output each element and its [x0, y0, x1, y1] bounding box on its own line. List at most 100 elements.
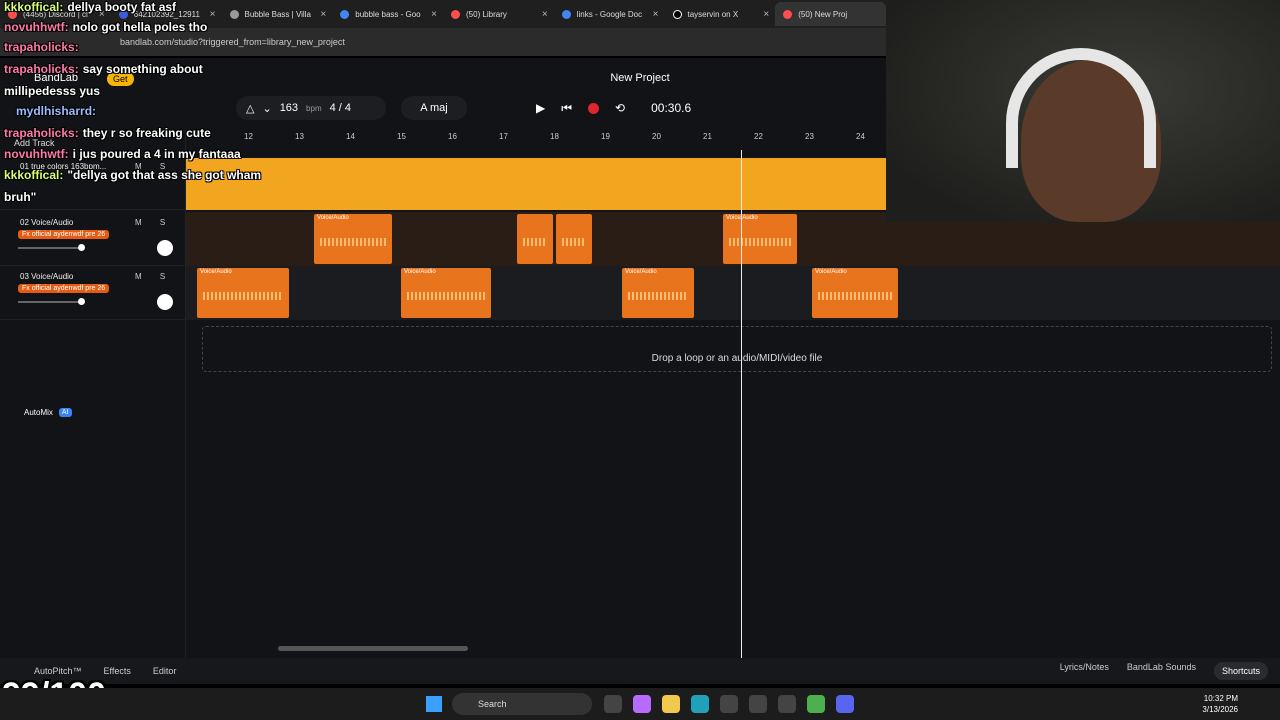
chrome-icon[interactable]	[807, 695, 825, 713]
favicon-icon	[672, 9, 682, 19]
metronome-icon[interactable]: △	[246, 102, 254, 115]
browser-tab[interactable]: tayservin on X ×	[665, 2, 776, 26]
taskbar-search[interactable]: Search	[452, 693, 592, 715]
tempo-value[interactable]: 163	[280, 102, 298, 114]
url-text: bandlab.com/studio?triggered_from=librar…	[120, 37, 345, 47]
record-icon[interactable]	[588, 102, 600, 114]
app-icon[interactable]	[749, 695, 767, 713]
horizontal-scrollbar[interactable]	[278, 646, 468, 651]
shortcuts-button[interactable]: Shortcuts	[1213, 662, 1268, 680]
tab-label: tayservin on X	[687, 9, 739, 19]
audio-clip[interactable]	[517, 214, 553, 264]
chat-message: novuhhwtf: i jus poured a 4 in my fantaaa	[4, 147, 241, 161]
fx-badge[interactable]: Fx official aydenwdf pre 26	[18, 284, 110, 293]
system-clock[interactable]: 10:32 PM 3/13/2026	[1202, 693, 1238, 715]
tab-label: bubble bass - Goo	[355, 9, 421, 19]
discord-icon[interactable]	[836, 695, 854, 713]
chat-message: kkkoffical: "dellya got that ass she got …	[4, 168, 262, 182]
browser-tab[interactable]: bubble bass - Goo ×	[332, 2, 443, 26]
pan-knob[interactable]	[157, 240, 173, 256]
file-explorer-icon[interactable]	[662, 695, 680, 713]
time-signature[interactable]: 4 / 4	[330, 102, 351, 114]
close-icon[interactable]: ×	[210, 9, 216, 20]
track-header-3[interactable]: 03 Voice/Audio M S Fx official aydenwdf …	[0, 266, 186, 320]
chat-message: novuhhwtf: nolo got hella poles tho	[4, 20, 208, 34]
key-selector[interactable]: A maj	[401, 96, 467, 120]
track-header-2[interactable]: 02 Voice/Audio M S Fx official aydenwdf …	[0, 212, 186, 266]
bar-number: 16	[448, 132, 457, 141]
mute-solo-buttons[interactable]: M S	[135, 272, 173, 281]
bar-number: 18	[550, 132, 559, 141]
bar-number: 13	[295, 132, 304, 141]
lyrics-notes-button[interactable]: Lyrics/Notes	[1060, 662, 1109, 680]
key-label: A maj	[420, 102, 448, 114]
webcam-feed	[886, 0, 1280, 222]
windows-taskbar: Search 10:32 PM 3/13/2026	[0, 688, 1280, 720]
automix-row[interactable]: AutoMix AI	[0, 400, 186, 424]
fx-badge[interactable]: Fx official aydenwdf pre 26	[18, 230, 110, 239]
audio-clip[interactable]: Voice/Audio	[812, 268, 898, 318]
volume-slider[interactable]	[18, 298, 85, 305]
chevron-down-icon[interactable]: ⌄	[262, 102, 271, 115]
track-lane-3[interactable]: Voice/Audio Voice/Audio Voice/Audio Voic…	[186, 266, 1280, 320]
edge-icon[interactable]	[691, 695, 709, 713]
app-icon[interactable]	[778, 695, 796, 713]
audio-clip[interactable]: Voice/Audio	[401, 268, 491, 318]
audio-clip[interactable]: Voice/Audio	[723, 214, 797, 264]
bar-number: 24	[856, 132, 865, 141]
chat-message: mydlhisharrd:	[16, 104, 97, 118]
close-icon[interactable]: ×	[542, 9, 548, 20]
favicon-icon	[229, 9, 239, 19]
task-view-icon[interactable]	[604, 695, 622, 713]
editor-button[interactable]: Editor	[153, 666, 177, 676]
skip-back-icon[interactable]: ⏮	[561, 101, 572, 116]
tab-label: Bubble Bass | Villa	[244, 9, 311, 19]
bar-number: 20	[652, 132, 661, 141]
play-icon[interactable]: ▶	[536, 101, 545, 115]
tempo-unit: bpm	[306, 103, 322, 113]
close-icon[interactable]: ×	[763, 9, 769, 20]
tab-label: (50) New Proj	[798, 9, 848, 19]
bottom-bar: AutoPitch™ Effects Editor Lyrics/Notes B…	[0, 658, 1280, 684]
close-icon[interactable]: ×	[320, 9, 326, 20]
mute-solo-buttons[interactable]: M S	[135, 218, 173, 227]
pan-knob[interactable]	[157, 294, 173, 310]
playhead[interactable]	[741, 150, 742, 658]
autopitch-button[interactable]: AutoPitch™	[34, 666, 82, 676]
audio-clip[interactable]: Voice/Audio	[622, 268, 694, 318]
automix-label: AutoMix	[24, 407, 53, 417]
favicon-icon	[561, 9, 571, 19]
track-name[interactable]: 02 Voice/Audio	[20, 218, 73, 227]
track-headers: Add Track 01 true colors 163bpm... M S 0…	[0, 130, 186, 684]
bar-number: 23	[805, 132, 814, 141]
time-display: 00:30.6	[651, 101, 692, 115]
audio-clip[interactable]: Voice/Audio	[314, 214, 392, 264]
copilot-icon[interactable]	[633, 695, 651, 713]
effects-button[interactable]: Effects	[104, 666, 131, 676]
chat-message: trapaholicks: they r so freaking cute	[4, 126, 211, 140]
ai-badge: AI	[58, 407, 72, 417]
browser-tab[interactable]: Bubble Bass | Villa ×	[222, 2, 333, 26]
bandlab-sounds-button[interactable]: BandLab Sounds	[1127, 662, 1196, 680]
browser-tab[interactable]: (50) Library ×	[443, 2, 554, 26]
chat-message: trapaholicks:	[4, 40, 79, 54]
loop-icon[interactable]: ⟲	[615, 101, 625, 115]
bar-number: 19	[601, 132, 610, 141]
browser-tab[interactable]: links - Google Doc ×	[554, 2, 665, 26]
drop-zone-text: Drop a loop or an audio/MIDI/video file	[651, 353, 823, 364]
audio-clip[interactable]	[556, 214, 592, 264]
close-icon[interactable]: ×	[431, 9, 437, 20]
bar-number: 14	[346, 132, 355, 141]
drop-zone[interactable]: Drop a loop or an audio/MIDI/video file	[202, 326, 1272, 372]
tab-label: links - Google Doc	[576, 9, 643, 19]
track-name[interactable]: 03 Voice/Audio	[20, 272, 73, 281]
audio-clip[interactable]: Voice/Audio	[197, 268, 289, 318]
tempo-control[interactable]: △ ⌄ 163 bpm 4 / 4	[236, 96, 386, 120]
volume-slider[interactable]	[18, 244, 85, 251]
browser-tab-active[interactable]: (50) New Proj	[775, 2, 886, 26]
chat-message: bruh"	[4, 190, 37, 204]
favicon-icon	[340, 9, 350, 19]
store-icon[interactable]	[720, 695, 738, 713]
windows-start-icon[interactable]	[426, 696, 442, 712]
close-icon[interactable]: ×	[653, 9, 659, 20]
